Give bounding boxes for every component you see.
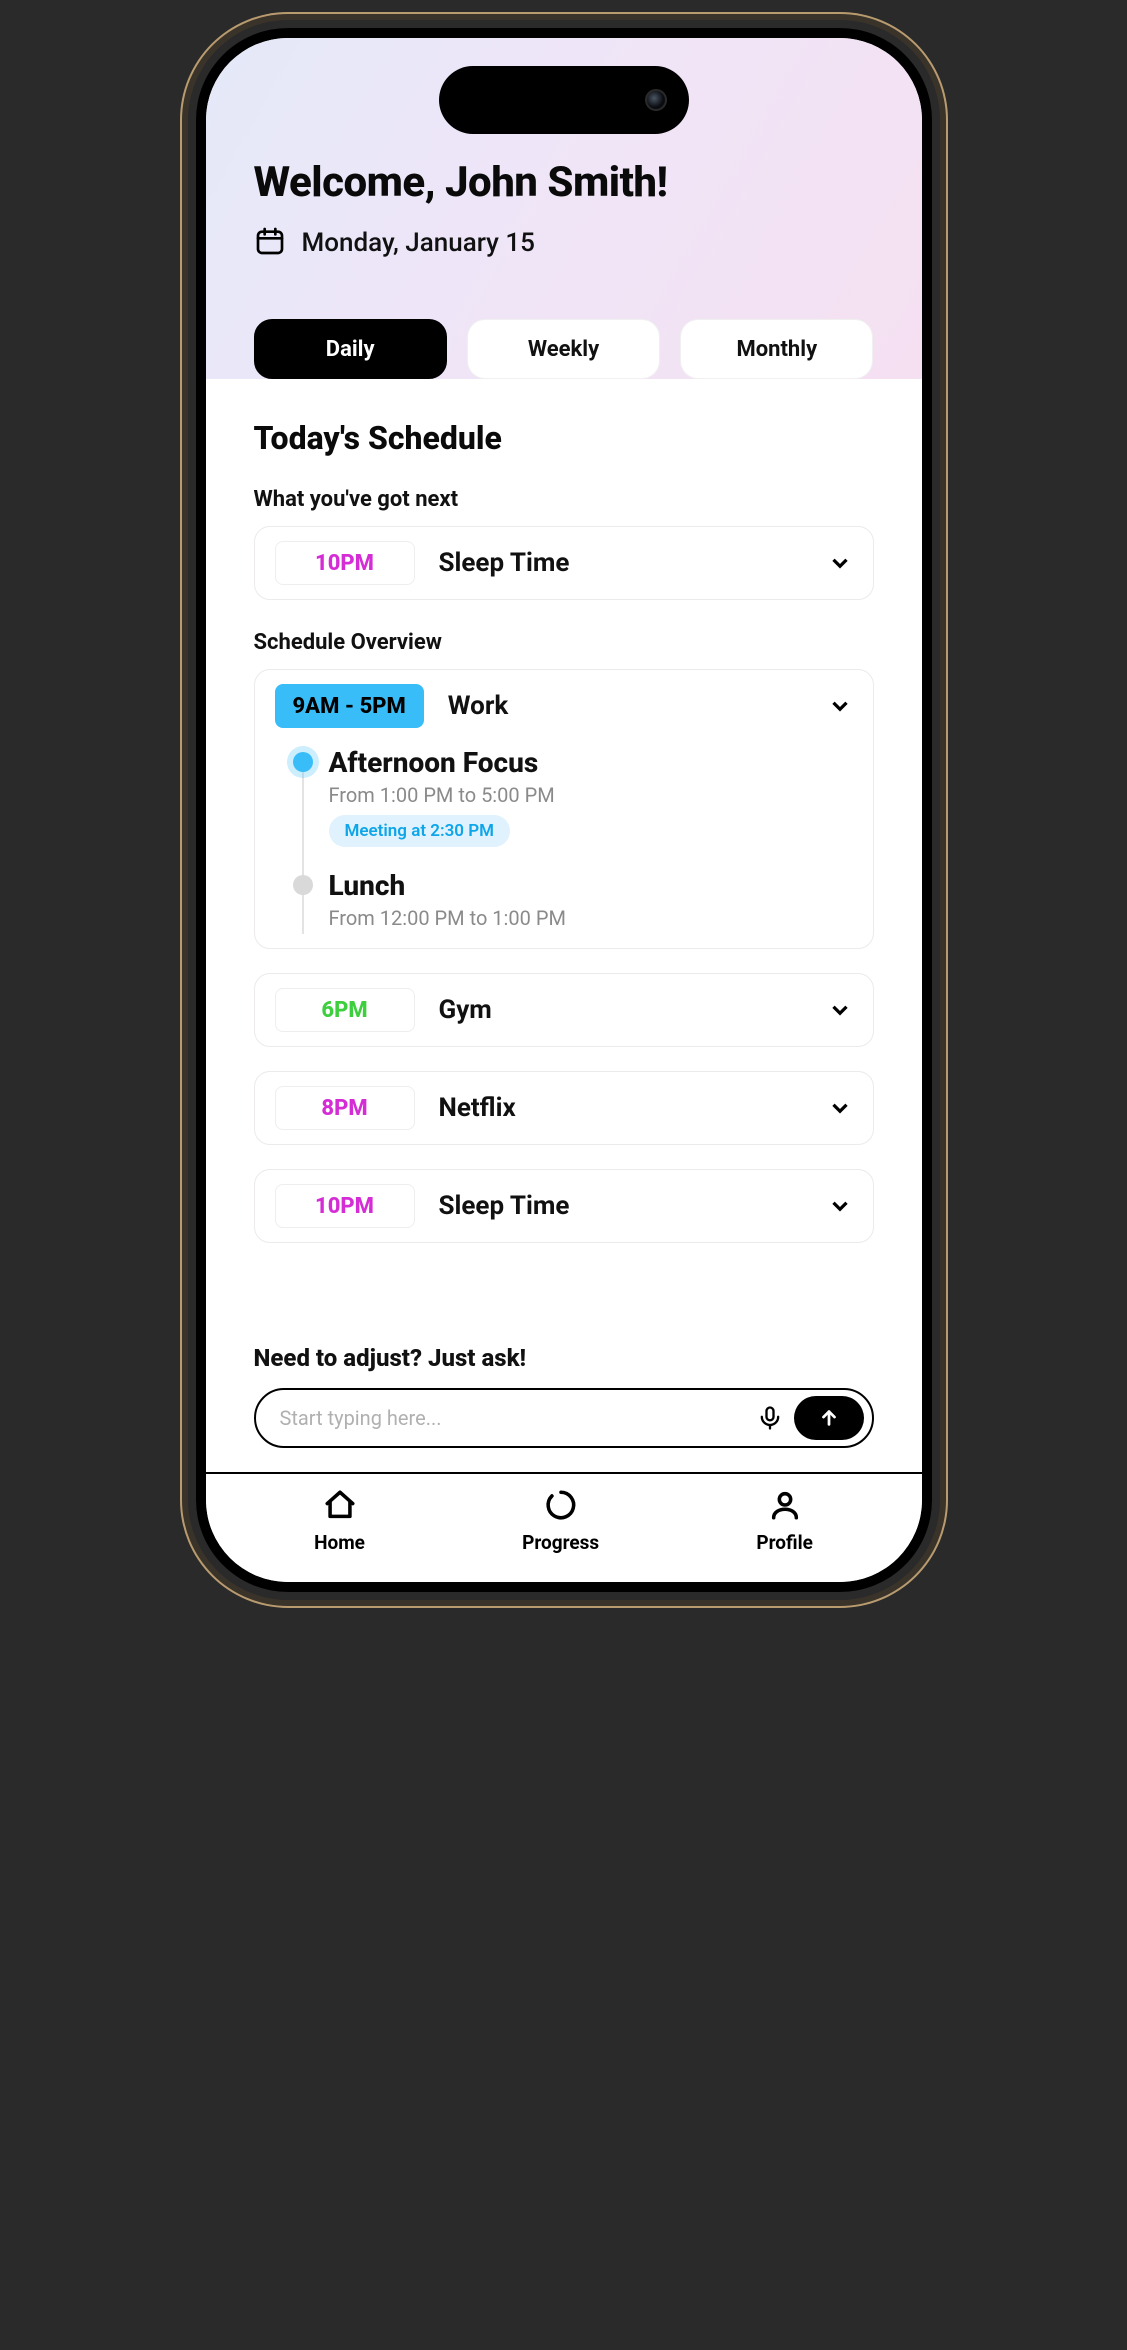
bottom-nav: Home Progress Profile <box>206 1472 922 1582</box>
chevron-down-icon <box>827 550 853 576</box>
next-label: What you've got next <box>254 487 874 512</box>
schedule-time: 10PM <box>275 1184 415 1228</box>
tab-monthly[interactable]: Monthly <box>680 319 873 379</box>
work-timeline: Afternoon Focus From 1:00 PM to 5:00 PM … <box>275 746 853 930</box>
nav-profile[interactable]: Profile <box>756 1488 813 1554</box>
schedule-title-text: Gym <box>439 995 803 1025</box>
schedule-title-text: Netflix <box>439 1093 803 1123</box>
schedule-title-text: Sleep Time <box>439 1191 803 1221</box>
mic-button[interactable] <box>756 1404 784 1432</box>
schedule-title: Today's Schedule <box>254 419 874 457</box>
timeline-time: From 1:00 PM to 5:00 PM <box>329 783 853 807</box>
nav-label: Progress <box>522 1531 599 1554</box>
next-event-title: Sleep Time <box>439 548 803 578</box>
timeline-item[interactable]: Lunch From 12:00 PM to 1:00 PM <box>293 869 853 930</box>
ask-input[interactable] <box>280 1406 756 1430</box>
schedule-card-work[interactable]: 9AM - 5PM Work Afternoon Focus From 1:00… <box>254 669 874 949</box>
chevron-down-icon <box>827 997 853 1023</box>
ask-title: Need to adjust? Just ask! <box>254 1344 874 1372</box>
next-event-time: 10PM <box>275 541 415 585</box>
schedule-card-netflix[interactable]: 8PM Netflix <box>254 1071 874 1145</box>
ask-bar <box>254 1388 874 1448</box>
timeline-item[interactable]: Afternoon Focus From 1:00 PM to 5:00 PM … <box>293 746 853 847</box>
timeline-badge: Meeting at 2:30 PM <box>329 815 511 847</box>
schedule-card-sleep[interactable]: 10PM Sleep Time <box>254 1169 874 1243</box>
timeline-title: Lunch <box>329 869 853 902</box>
schedule-time: 6PM <box>275 988 415 1032</box>
current-date: Monday, January 15 <box>302 228 535 258</box>
progress-icon <box>544 1488 578 1527</box>
schedule-body: Today's Schedule What you've got next 10… <box>206 379 922 1304</box>
overview-label: Schedule Overview <box>254 630 874 655</box>
nav-home[interactable]: Home <box>314 1488 365 1554</box>
timeline-title: Afternoon Focus <box>329 746 853 779</box>
chevron-down-icon <box>827 693 853 719</box>
tab-weekly[interactable]: Weekly <box>467 319 660 379</box>
welcome-title: Welcome, John Smith! <box>254 158 874 207</box>
next-event-card[interactable]: 10PM Sleep Time <box>254 526 874 600</box>
calendar-icon <box>254 225 286 261</box>
timeline-dot-icon <box>293 875 313 895</box>
ask-section: Need to adjust? Just ask! <box>206 1304 922 1472</box>
timeline-dot-icon <box>293 752 313 772</box>
nav-label: Profile <box>756 1531 813 1554</box>
timeline-time: From 12:00 PM to 1:00 PM <box>329 906 853 930</box>
profile-icon <box>768 1488 802 1527</box>
home-icon <box>323 1488 357 1527</box>
nav-label: Home <box>314 1531 365 1554</box>
schedule-title-text: Work <box>448 691 803 721</box>
schedule-time: 8PM <box>275 1086 415 1130</box>
camera-icon <box>645 89 667 111</box>
schedule-time: 9AM - 5PM <box>275 684 424 728</box>
view-tabs: Daily Weekly Monthly <box>254 319 874 379</box>
dynamic-island <box>439 66 689 134</box>
chevron-down-icon <box>827 1095 853 1121</box>
nav-progress[interactable]: Progress <box>522 1488 599 1554</box>
app-screen: Welcome, John Smith! Monday, January 15 … <box>206 38 922 1582</box>
chevron-down-icon <box>827 1193 853 1219</box>
tab-daily[interactable]: Daily <box>254 319 447 379</box>
schedule-card-gym[interactable]: 6PM Gym <box>254 973 874 1047</box>
send-button[interactable] <box>794 1396 864 1440</box>
phone-frame: Welcome, John Smith! Monday, January 15 … <box>188 20 940 1600</box>
